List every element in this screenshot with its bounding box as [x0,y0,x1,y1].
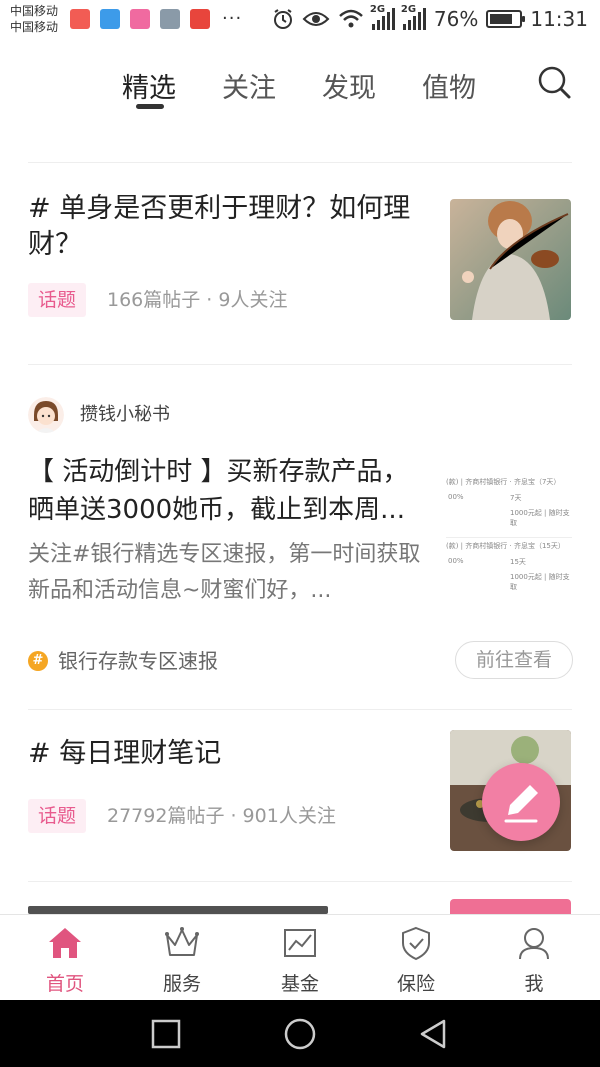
post-card[interactable]: 攒钱小秘书 【 活动倒计时 】买新存款产品，晒单送3000她币，截止到本周...… [0,365,600,708]
search-icon[interactable] [536,64,572,100]
thumb-row-term: 7天 [510,494,522,502]
thumb-row-header: (款) | 齐商村镇银行 · 齐息宝（15天） [446,542,565,550]
thumb-divider [446,537,572,538]
violinist-image [450,199,571,320]
avatar-image [28,397,64,433]
signal-1-icon: 2G [370,4,395,30]
tab-following[interactable]: 关注 [222,66,276,105]
topic-card[interactable]: # 单身是否更利于理财？如何理财？ 话题 166篇帖子 · 9人关注 [0,163,600,363]
thumb-row-detail: 1000元起 | 随时支取 [510,509,570,527]
topic-title[interactable]: # 单身是否更利于理财？如何理财？ [28,191,418,263]
back-icon[interactable] [418,1018,450,1050]
topic-card-partial[interactable] [0,882,600,914]
system-navigation-bar [0,1000,600,1067]
user-icon [519,928,549,960]
notification-icons [70,9,210,29]
thumb-row-rate: 00% [448,493,464,501]
battery-percent: 76% [433,7,479,31]
carrier-2: 中国移动 [10,20,59,34]
tab-worth-buying[interactable]: 值物 [422,66,476,105]
tab-featured[interactable]: 精选 [122,66,176,105]
topic-tag: 话题 [28,799,87,833]
compose-button[interactable] [482,763,560,841]
battery-fill [490,14,512,24]
pencil-icon [504,785,538,823]
tab-discover[interactable]: 发现 [322,66,376,105]
notification-app-icon [160,9,180,29]
notification-app-icon [70,9,90,29]
nav-insurance-label: 保险 [396,973,435,995]
channel-name[interactable]: 银行存款专区速报 [58,646,218,676]
partial-thumbnail [450,899,571,914]
carrier-names: 中国移动 中国移动 [10,3,58,35]
bottom-navigation: 首页 服务 基金 保险 我 [0,914,600,1000]
thumb-row-header: (款) | 齐商村镇银行 · 齐息宝（7天） [446,478,561,486]
recent-apps-icon[interactable] [150,1018,182,1050]
notification-app-icon [100,9,120,29]
goto-button[interactable]: 前往查看 [455,641,573,679]
status-bar: 中国移动 中国移动 ··· 2G 2G 76% 11:31 [0,0,600,44]
thumb-row-term: 15天 [510,558,526,566]
signal-2-icon: 2G [401,4,426,30]
top-navigation: 精选 关注 发现 值物 [0,44,600,124]
post-thumbnail[interactable]: (款) | 齐商村镇银行 · 齐息宝（7天） 00% 7天 1000元起 | 随… [446,475,572,605]
crown-icon [165,927,199,956]
topic-title[interactable]: # 每日理财笔记 [28,736,418,772]
nav-insurance[interactable]: 保险 [356,915,476,1001]
home-icon [49,928,81,958]
nav-funds[interactable]: 基金 [240,915,360,1001]
thumb-row-rate: 00% [448,557,464,565]
nav-services-label: 服务 [162,973,201,995]
topic-tag: 话题 [28,283,87,317]
topic-meta: 166篇帖子 · 9人关注 [107,289,288,311]
nav-services[interactable]: 服务 [122,915,242,1001]
nav-home[interactable]: 首页 [5,915,125,1001]
chart-icon [284,929,316,957]
thumb-row-detail: 1000元起 | 随时支取 [510,573,570,591]
nav-home-label: 首页 [45,973,84,995]
wifi-icon [339,9,363,28]
post-description: 关注#银行精选专区速报，第一时间获取新品和活动信息~财蜜们好，... [28,542,421,603]
topic-meta: 27792篇帖子 · 901人关注 [107,805,336,827]
more-notifications: ··· [222,8,243,29]
shield-icon [402,926,430,961]
battery-icon [486,10,526,28]
clock: 11:31 [530,7,588,31]
nav-me-label: 我 [524,973,544,995]
channel-hashtag-icon [28,651,48,671]
partial-title [28,906,328,914]
author-name[interactable]: 攒钱小秘书 [80,397,170,433]
home-button-icon[interactable] [284,1018,316,1050]
alarm-icon [273,9,292,29]
network-type-2: 2G [400,4,417,15]
post-title[interactable]: 【 活动倒计时 】买新存款产品，晒单送3000她币，截止到本周... [28,453,428,529]
notification-app-icon [190,9,210,29]
carrier-1: 中国移动 [10,4,59,18]
active-tab-indicator [136,104,164,109]
nav-funds-label: 基金 [280,973,319,995]
nav-me[interactable]: 我 [474,915,594,1001]
eye-icon [302,12,330,26]
topic-thumbnail[interactable] [450,199,571,320]
author-avatar[interactable] [28,397,64,433]
network-type-1: 2G [369,4,386,15]
notification-app-icon [130,9,150,29]
